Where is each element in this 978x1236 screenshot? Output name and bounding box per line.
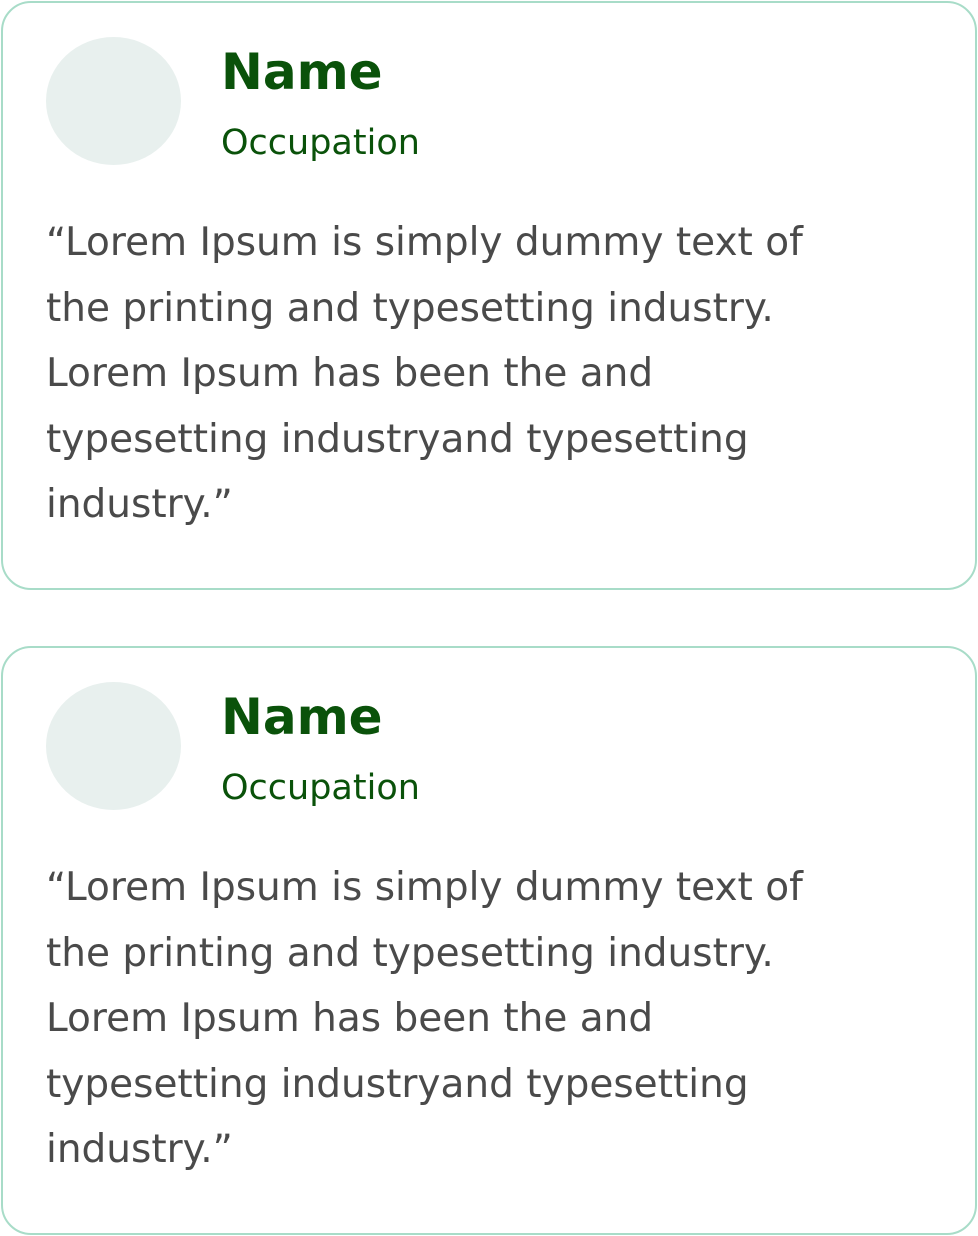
testimonial-name: Name xyxy=(221,43,383,101)
quote-line: the printing and typesetting industry. xyxy=(46,285,774,331)
quote-line: the printing and typesetting industry. xyxy=(46,930,774,976)
quote-line: industry.” xyxy=(46,482,233,527)
quote-line: Lorem Ipsum has been the and xyxy=(46,996,654,1041)
testimonial-quote: “Lorem Ipsum is simply dummy text of the… xyxy=(46,855,926,1183)
avatar xyxy=(46,37,181,165)
testimonial-name: Name xyxy=(221,688,383,746)
testimonial-card: Name Occupation “Lorem Ipsum is simply d… xyxy=(1,1,977,590)
testimonial-occupation: Occupation xyxy=(221,768,420,808)
testimonial-quote: “Lorem Ipsum is simply dummy text of the… xyxy=(46,210,926,538)
quote-line: Lorem Ipsum has been the and xyxy=(46,351,654,396)
quote-line: “Lorem Ipsum is simply dummy text of xyxy=(46,220,803,265)
quote-line: industry.” xyxy=(46,1127,233,1172)
quote-line: “Lorem Ipsum is simply dummy text of xyxy=(46,865,803,910)
testimonial-occupation: Occupation xyxy=(221,123,420,163)
quote-line: typesetting industryand typesetting xyxy=(46,1061,749,1107)
testimonial-card: Name Occupation “Lorem Ipsum is simply d… xyxy=(1,646,977,1235)
quote-line: typesetting industryand typesetting xyxy=(46,416,749,462)
avatar xyxy=(46,682,181,810)
